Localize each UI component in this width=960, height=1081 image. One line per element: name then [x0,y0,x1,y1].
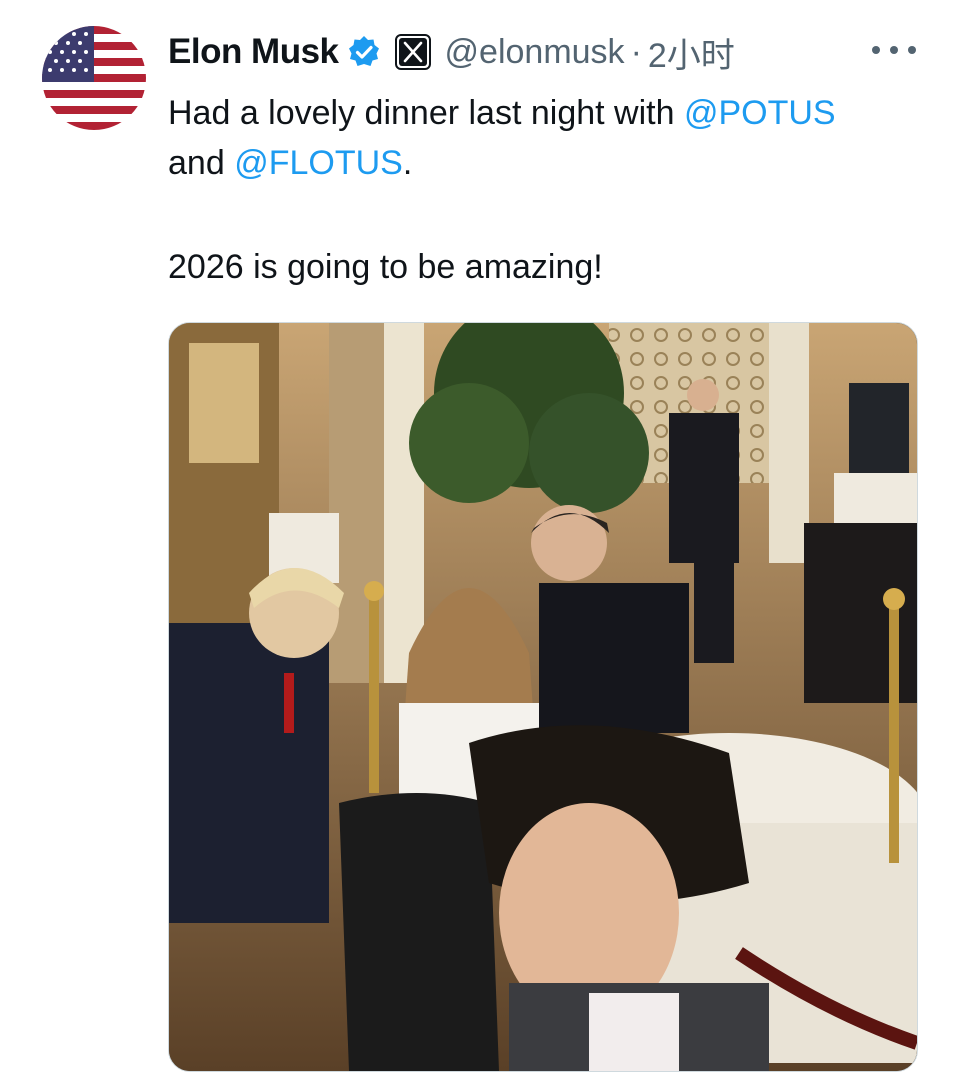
mention-flotus[interactable]: @FLOTUS [234,144,403,182]
tweet-text-segment: Had a lovely dinner last night with [168,94,684,132]
tweet-text-segment: and [168,144,235,182]
x-logo-icon[interactable] [394,34,431,70]
tweet-text-segment: . [402,144,413,182]
dinner-photo-illustration [169,323,917,1071]
verified-badge-icon[interactable] [347,35,381,69]
mention-potus[interactable]: @POTUS [684,94,836,132]
author-name[interactable]: Elon Musk [168,32,339,72]
tweet-text: Had a lovely dinner last night with @POT… [168,88,928,292]
tweet-paragraph-2: 2026 is going to be amazing! [168,248,603,286]
more-dot [872,46,880,54]
more-dot [890,46,898,54]
post-time[interactable]: 2小时 [648,28,735,77]
more-dot [908,46,916,54]
author-handle[interactable]: @elonmusk [445,33,625,72]
tweet-header: Elon Musk @elonmusk · 2小时 [168,28,735,76]
tweet-paragraph-1: Had a lovely dinner last night with @POT… [168,88,928,188]
author-avatar[interactable] [42,26,146,130]
more-options-icon[interactable] [872,36,916,64]
us-flag-icon [42,26,146,130]
tweet-photo[interactable] [168,322,918,1072]
header-separator: · [630,32,642,71]
